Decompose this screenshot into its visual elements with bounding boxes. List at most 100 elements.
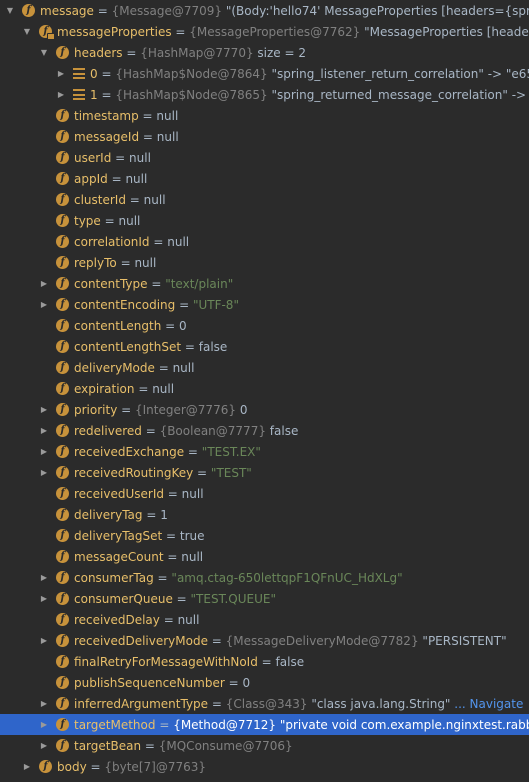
variable-row[interactable]: 1 = {HashMap$Node@7865} "spring_returned… bbox=[0, 84, 529, 105]
equals-sign: = bbox=[147, 276, 166, 291]
variable-row[interactable]: f targetMethod = {Method@7712} "private v… bbox=[0, 714, 529, 735]
variable-row[interactable]: f headers = {HashMap@7770} size = 2 bbox=[0, 42, 529, 63]
equals-sign: = bbox=[93, 3, 112, 18]
no-arrow bbox=[38, 382, 50, 396]
variable-row[interactable]: f message = {Message@7709} "(Body:'hello7… bbox=[0, 0, 529, 21]
equals-sign: = bbox=[138, 108, 157, 123]
variable-row[interactable]: f deliveryTagSet = true bbox=[0, 525, 529, 546]
collapsed-arrow-icon[interactable] bbox=[38, 697, 50, 711]
variable-row[interactable]: f consumerQueue = "TEST.QUEUE" bbox=[0, 588, 529, 609]
no-arrow bbox=[38, 235, 50, 249]
collapsed-arrow-icon[interactable] bbox=[38, 634, 50, 648]
field-icon: f bbox=[56, 361, 69, 374]
field-icon: f bbox=[56, 214, 69, 227]
variable-name: deliveryMode bbox=[74, 360, 155, 375]
variable-row[interactable]: f receivedDeliveryMode = {MessageDelivery… bbox=[0, 630, 529, 651]
expanded-arrow-icon[interactable] bbox=[38, 46, 50, 60]
variable-row[interactable]: f correlationId = null bbox=[0, 231, 529, 252]
equals-sign: = bbox=[134, 381, 153, 396]
collapsed-arrow-icon[interactable] bbox=[38, 592, 50, 606]
collapsed-arrow-icon[interactable] bbox=[38, 403, 50, 417]
no-arrow bbox=[38, 487, 50, 501]
variable-name: receivedUserId bbox=[74, 486, 164, 501]
equals-sign: = bbox=[162, 528, 180, 543]
collapsed-arrow-icon[interactable] bbox=[38, 298, 50, 312]
variable-name: priority bbox=[74, 402, 118, 417]
field-icon: f bbox=[56, 151, 69, 164]
field-icon: f bbox=[56, 193, 69, 206]
field-icon: f bbox=[56, 298, 69, 311]
variable-row[interactable]: f contentLength = 0 bbox=[0, 315, 529, 336]
variable-row[interactable]: f priority = {Integer@7776} 0 bbox=[0, 399, 529, 420]
expanded-arrow-icon[interactable] bbox=[4, 4, 16, 18]
variable-name: consumerQueue bbox=[74, 591, 173, 606]
field-icon: f bbox=[56, 550, 69, 563]
variable-row[interactable]: f appId = null bbox=[0, 168, 529, 189]
no-arrow bbox=[38, 676, 50, 690]
variable-row[interactable]: f clusterId = null bbox=[0, 189, 529, 210]
variable-value: null bbox=[125, 171, 148, 186]
object-reference: {MessageProperties@7762} bbox=[189, 24, 361, 39]
variable-row[interactable]: f redelivered = {Boolean@7777} false bbox=[0, 420, 529, 441]
variable-row[interactable]: f inferredArgumentType = {Class@343} "cla… bbox=[0, 693, 529, 714]
variable-row[interactable]: f replyTo = null bbox=[0, 252, 529, 273]
variable-row[interactable]: f receivedUserId = null bbox=[0, 483, 529, 504]
variable-value: "UTF-8" bbox=[192, 297, 239, 312]
variable-row[interactable]: f consumerTag = "amq.ctag-650lettqpF1QFnU… bbox=[0, 567, 529, 588]
field-icon: f bbox=[56, 46, 69, 59]
variable-value: size = 2 bbox=[257, 45, 307, 60]
equals-sign: = bbox=[139, 129, 157, 144]
field-icon: f bbox=[56, 487, 69, 500]
collapsed-arrow-icon[interactable] bbox=[38, 277, 50, 291]
variable-row[interactable]: fbody = {byte[7]@7763} bbox=[0, 756, 529, 777]
variable-row[interactable]: f contentEncoding = "UTF-8" bbox=[0, 294, 529, 315]
variable-name: expiration bbox=[74, 381, 135, 396]
collapsed-arrow-icon[interactable] bbox=[38, 571, 50, 585]
variable-name: publishSequenceNumber bbox=[74, 675, 225, 690]
variable-name: deliveryTag bbox=[74, 507, 143, 522]
variable-row[interactable]: f receivedRoutingKey = "TEST" bbox=[0, 462, 529, 483]
expanded-arrow-icon[interactable] bbox=[21, 25, 33, 39]
field-icon: f bbox=[56, 382, 69, 395]
variable-row[interactable]: f deliveryMode = null bbox=[0, 357, 529, 378]
collapsed-arrow-icon[interactable] bbox=[38, 466, 50, 480]
collapsed-arrow-icon[interactable] bbox=[21, 760, 33, 774]
equals-sign: = bbox=[184, 444, 202, 459]
variable-row[interactable]: f contentLengthSet = false bbox=[0, 336, 529, 357]
equals-sign: = bbox=[171, 24, 190, 39]
navigate-link[interactable]: ... Navigate bbox=[454, 697, 523, 711]
variable-value: 0 bbox=[242, 675, 251, 690]
no-arrow bbox=[38, 508, 50, 522]
variable-name: contentLengthSet bbox=[74, 339, 182, 354]
variable-row[interactable]: f messageCount = null bbox=[0, 546, 529, 567]
variable-row[interactable]: f type = null bbox=[0, 210, 529, 231]
variable-name: contentType bbox=[74, 276, 148, 291]
variable-row[interactable]: f finalRetryForMessageWithNoId = false bbox=[0, 651, 529, 672]
variable-row[interactable]: fmessageProperties = {MessageProperties@… bbox=[0, 21, 529, 42]
field-icon: f bbox=[56, 403, 69, 416]
collapsed-arrow-icon[interactable] bbox=[38, 718, 50, 732]
variable-value: 1 bbox=[160, 507, 168, 522]
collapsed-arrow-icon[interactable] bbox=[55, 88, 67, 102]
no-arrow bbox=[38, 319, 50, 333]
equals-sign: = bbox=[208, 696, 226, 711]
variable-row[interactable]: f contentType = "text/plain" bbox=[0, 273, 529, 294]
collapsed-arrow-icon[interactable] bbox=[55, 67, 67, 81]
equals-sign: = bbox=[149, 234, 168, 249]
variable-row[interactable]: f receivedDelay = null bbox=[0, 609, 529, 630]
no-arrow bbox=[38, 130, 50, 144]
variable-value: null bbox=[156, 129, 179, 144]
variable-row[interactable]: 0 = {HashMap$Node@7864} "spring_listener… bbox=[0, 63, 529, 84]
variable-row[interactable]: f expiration = null bbox=[0, 378, 529, 399]
variable-value: null bbox=[134, 255, 157, 270]
variable-row[interactable]: f publishSequenceNumber = 0 bbox=[0, 672, 529, 693]
collapsed-arrow-icon[interactable] bbox=[38, 424, 50, 438]
collapsed-arrow-icon[interactable] bbox=[38, 739, 50, 753]
collapsed-arrow-icon[interactable] bbox=[38, 445, 50, 459]
variable-row[interactable]: f timestamp = null bbox=[0, 105, 529, 126]
variable-row[interactable]: f receivedExchange = "TEST.EX" bbox=[0, 441, 529, 462]
variable-row[interactable]: f targetBean = {MQConsume@7706} bbox=[0, 735, 529, 756]
variable-row[interactable]: f userId = null bbox=[0, 147, 529, 168]
variable-row[interactable]: f deliveryTag = 1 bbox=[0, 504, 529, 525]
variable-row[interactable]: f messageId = null bbox=[0, 126, 529, 147]
